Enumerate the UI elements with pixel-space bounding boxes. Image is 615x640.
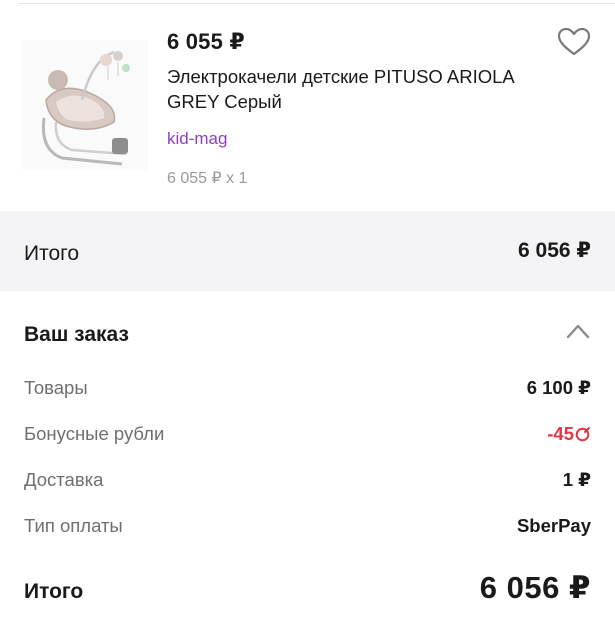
heart-outline-icon[interactable] — [557, 27, 591, 57]
total-value: 6 056 ₽ — [518, 239, 591, 262]
summary-row-delivery: Доставка 1 ₽ — [24, 469, 591, 495]
row-value-wrapper: -45 — [547, 423, 591, 445]
total-bar: Итого 6 056 ₽ — [0, 225, 615, 277]
bonus-value: -45 — [547, 423, 574, 444]
seller-link[interactable]: kid-mag — [167, 129, 227, 149]
divider — [18, 3, 615, 4]
section-gap — [0, 277, 615, 291]
final-total: Итого 6 056 ₽ — [24, 570, 591, 610]
bonus-ruble-icon — [575, 427, 590, 442]
unit-price-quantity: 6 055 ₽ x 1 — [167, 170, 248, 187]
cart-item-card: 6 055 ₽ Электрокачели детские PITUSO ARI… — [0, 0, 615, 211]
row-label: Доставка — [24, 469, 104, 490]
summary-row-payment: Тип оплаты SberPay — [24, 515, 591, 541]
summary-row-bonus: Бонусные рубли -45 — [24, 423, 591, 449]
order-summary: Ваш заказ Товары 6 100 ₽ Бонусные рубли … — [0, 291, 615, 640]
final-total-value: 6 056 ₽ — [479, 570, 591, 605]
product-image[interactable] — [22, 40, 148, 170]
order-heading: Ваш заказ — [24, 323, 129, 346]
row-value: 1 ₽ — [562, 469, 591, 490]
row-label: Товары — [24, 377, 88, 398]
chevron-up-icon[interactable] — [565, 321, 591, 341]
row-value: SberPay — [516, 515, 591, 536]
summary-row-goods: Товары 6 100 ₽ — [24, 377, 591, 403]
row-value: 6 100 ₽ — [526, 377, 591, 398]
total-label: Итого — [24, 242, 80, 265]
product-title[interactable]: Электрокачели детские PITUSO ARIOLA GREY… — [167, 64, 547, 114]
section-gap — [0, 211, 615, 225]
row-label: Тип оплаты — [24, 515, 123, 536]
product-price: 6 055 ₽ — [167, 29, 245, 54]
row-label: Бонусные рубли — [24, 423, 165, 444]
final-total-label: Итого — [24, 580, 84, 603]
